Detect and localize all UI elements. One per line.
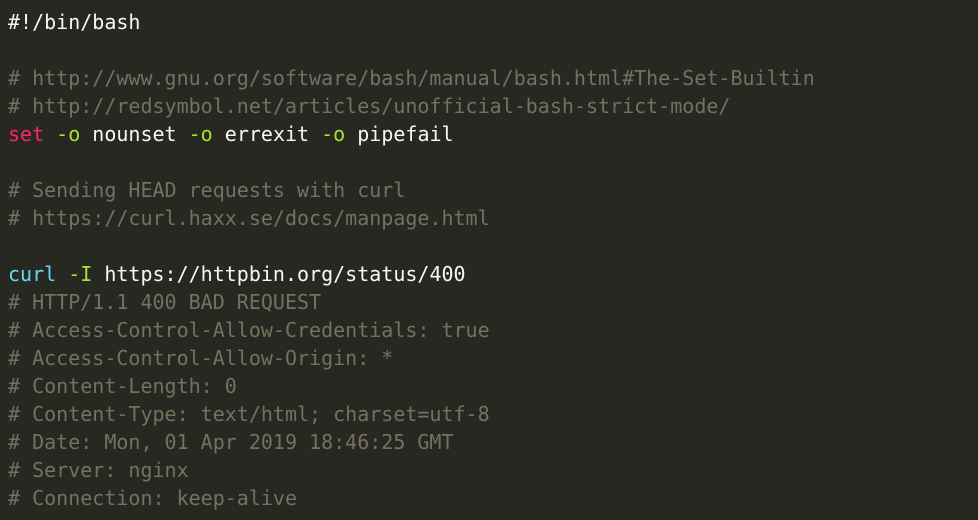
code-token-keyword: set (8, 122, 45, 146)
code-line[interactable]: # Server: nginx (8, 456, 970, 484)
code-line[interactable]: curl -I https://httpbin.org/status/400 (8, 260, 970, 288)
code-token-comment: # Content-Type: text/html; charset=utf-8 (8, 402, 490, 426)
code-token-builtin: curl (8, 262, 57, 286)
code-line[interactable]: # http://redsymbol.net/articles/unoffici… (8, 92, 970, 120)
code-editor[interactable]: #!/bin/bash # http://www.gnu.org/software… (8, 8, 970, 512)
code-token-comment: # Sending HEAD requests with curl (8, 178, 406, 202)
code-token-default: https://httpbin.org/status/400 (92, 262, 466, 286)
code-token-comment: # http://www.gnu.org/software/bash/manua… (8, 66, 815, 90)
code-line[interactable]: # Access-Control-Allow-Credentials: true (8, 316, 970, 344)
code-token-comment: # Access-Control-Allow-Origin: * (8, 346, 394, 370)
code-token-default (44, 122, 56, 146)
code-line[interactable]: # HTTP/1.1 400 BAD REQUEST (8, 288, 970, 316)
code-token-default (56, 262, 68, 286)
code-token-comment: # Content-Length: 0 (8, 374, 237, 398)
code-line[interactable]: set -o nounset -o errexit -o pipefail (8, 120, 970, 148)
code-token-default: errexit (212, 122, 322, 146)
code-token-comment: # http://redsymbol.net/articles/unoffici… (8, 94, 731, 118)
code-line[interactable] (8, 36, 970, 64)
code-token-comment: # https://curl.haxx.se/docs/manpage.html (8, 206, 490, 230)
code-line[interactable]: # Content-Length: 0 (8, 372, 970, 400)
code-line[interactable]: # Access-Control-Allow-Origin: * (8, 344, 970, 372)
code-line[interactable]: # https://curl.haxx.se/docs/manpage.html (8, 204, 970, 232)
code-line[interactable] (8, 232, 970, 260)
code-token-default: pipefail (345, 122, 454, 146)
code-line[interactable]: #!/bin/bash (8, 8, 970, 36)
code-token-comment: # HTTP/1.1 400 BAD REQUEST (8, 290, 322, 314)
code-line[interactable]: # Date: Mon, 01 Apr 2019 18:46:25 GMT (8, 428, 970, 456)
code-line[interactable]: # Content-Type: text/html; charset=utf-8 (8, 400, 970, 428)
code-line[interactable]: # Connection: keep-alive (8, 484, 970, 512)
code-token-flag: -I (68, 262, 93, 286)
code-token-flag: -o (188, 122, 213, 146)
code-token-comment: # Server: nginx (8, 458, 189, 482)
code-token-default: nounset (80, 122, 189, 146)
code-line[interactable] (8, 148, 970, 176)
code-line[interactable]: # http://www.gnu.org/software/bash/manua… (8, 64, 970, 92)
code-token-flag: -o (321, 122, 346, 146)
code-line[interactable]: # Sending HEAD requests with curl (8, 176, 970, 204)
code-token-comment: # Connection: keep-alive (8, 486, 297, 510)
code-token-comment: # Date: Mon, 01 Apr 2019 18:46:25 GMT (8, 430, 454, 454)
code-token-default: #!/bin/bash (8, 10, 141, 34)
code-token-comment: # Access-Control-Allow-Credentials: true (8, 318, 490, 342)
code-token-flag: -o (56, 122, 81, 146)
